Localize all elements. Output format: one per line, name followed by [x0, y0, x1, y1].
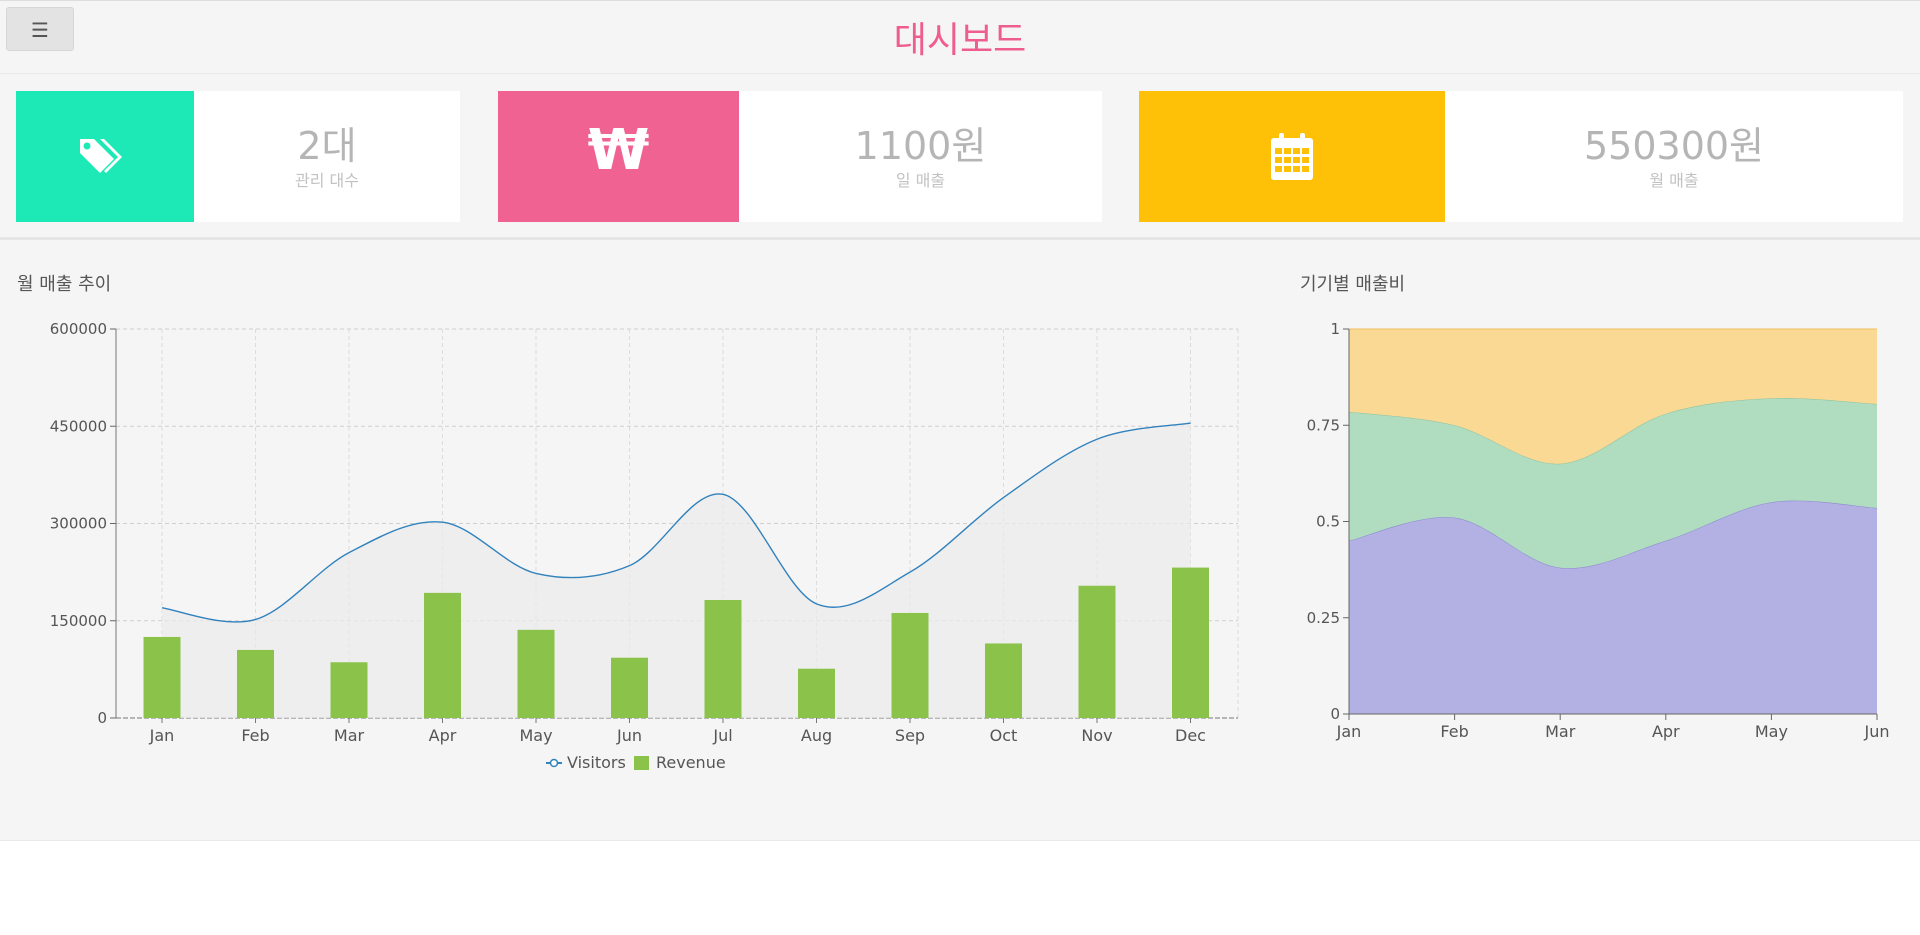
- stat-value: 2대: [297, 124, 357, 168]
- y-tick-label: 600000: [50, 320, 107, 338]
- y-tick-label: 150000: [50, 612, 107, 630]
- x-tick-label: Mar: [334, 726, 365, 745]
- x-tick-label: May: [1755, 722, 1788, 741]
- legend-visitors-marker: [549, 758, 559, 768]
- monthly-sales-chart: 600000 450000 300000 150000 0 Jan Feb Mar Apr May…: [50, 320, 1239, 772]
- stat-value: 550300원: [1583, 124, 1765, 168]
- stat-card-devices: 2대 관리 대수: [16, 91, 460, 222]
- revenue-bar: [704, 600, 742, 718]
- revenue-bar: [330, 662, 368, 718]
- revenue-bar: [143, 636, 181, 718]
- x-tick-label: Jul: [712, 726, 732, 745]
- x-tick-label: Jun: [616, 726, 642, 745]
- x-tick-label: Dec: [1175, 726, 1206, 745]
- x-tick-label: Oct: [990, 726, 1018, 745]
- legend-revenue-label: Revenue: [656, 753, 726, 772]
- y-tick-label: 1: [1330, 320, 1340, 338]
- y-tick-label: 0.5: [1316, 513, 1340, 531]
- stat-icon-box: [1139, 91, 1445, 222]
- visitors-area: [162, 423, 1191, 718]
- stat-card-monthly-sales: 550300원 월 매출: [1139, 91, 1903, 222]
- y-tick-label: 0: [97, 709, 107, 727]
- device-share-chart: 1 0.75 0.5 0.25 0Jan Feb Mar Apr May Jun: [1307, 320, 1890, 741]
- revenue-bar: [611, 657, 648, 718]
- stat-info: 2대 관리 대수: [194, 91, 460, 222]
- x-tick-label: Feb: [1440, 722, 1468, 741]
- x-tick-label: Mar: [1545, 722, 1576, 741]
- y-tick-label: 0.75: [1307, 416, 1340, 434]
- stat-icon-box: ₩: [498, 91, 739, 222]
- y-tick-label: 0: [1330, 705, 1340, 723]
- x-tick-label: Sep: [895, 726, 925, 745]
- x-tick-label: Apr: [1652, 722, 1680, 741]
- stat-label: 일 매출: [895, 171, 946, 190]
- stat-label: 월 매출: [1649, 171, 1699, 190]
- stat-icon-box: [16, 91, 194, 222]
- legend-revenue-swatch: [634, 756, 649, 770]
- stat-value: 1100원: [854, 124, 987, 168]
- legend-visitors-label: Visitors: [567, 753, 626, 772]
- revenue-bar: [798, 668, 835, 718]
- stat-card-daily-sales: ₩ 1100원 일 매출: [498, 91, 1102, 222]
- revenue-bar: [891, 612, 929, 718]
- stats-row: 2대 관리 대수 ₩ 1100원 일 매출 550300원 월 매출: [0, 74, 1920, 240]
- stat-info: 1100원 일 매출: [739, 91, 1102, 222]
- won-icon: ₩: [587, 118, 650, 183]
- x-tick-label: Feb: [241, 726, 269, 745]
- x-tick-label: May: [519, 726, 552, 745]
- revenue-bar: [985, 643, 1022, 718]
- x-tick-label: Jun: [1864, 722, 1890, 741]
- x-tick-label: Nov: [1081, 726, 1112, 745]
- charts-section: 월 매출 추이 기기별 매출비 600000 450000 300000 150000…: [0, 240, 1920, 841]
- revenue-bar: [517, 629, 555, 718]
- page-title: 대시보드: [893, 20, 1027, 61]
- revenue-bar: [1078, 585, 1116, 718]
- revenue-bar: [237, 649, 274, 718]
- x-tick-label: Jan: [1336, 722, 1362, 741]
- x-tick-label: Aug: [801, 726, 832, 745]
- x-tick-label: Jan: [149, 726, 175, 745]
- stat-label: 관리 대수: [295, 171, 359, 190]
- y-tick-label: 450000: [50, 417, 107, 435]
- x-tick-label: Apr: [429, 726, 457, 745]
- y-tick-label: 0.25: [1307, 609, 1340, 627]
- header-bar: ☰ 대시보드: [0, 0, 1920, 75]
- stat-info: 550300원 월 매출: [1445, 91, 1903, 222]
- revenue-bar: [1172, 567, 1209, 718]
- revenue-bar: [424, 592, 461, 718]
- y-tick-label: 300000: [50, 515, 107, 533]
